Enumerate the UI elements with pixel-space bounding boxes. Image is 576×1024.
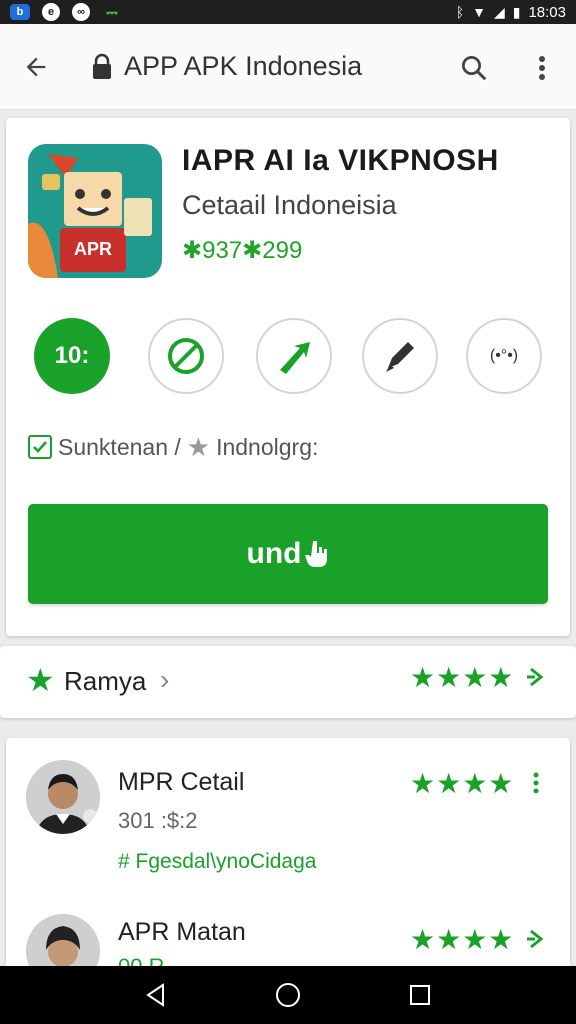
downloads-badge-label: 10:	[54, 342, 90, 369]
reviews-card: MPR Cetail 301 :$:2 # Fgesdal\ynoCidaga …	[6, 738, 570, 978]
app-bar: APP APK Indonesia	[0, 24, 576, 110]
check-icon	[28, 435, 52, 459]
more-vertical-icon[interactable]	[524, 768, 548, 798]
hand-pointer-icon	[305, 541, 328, 567]
downloads-badge-icon[interactable]: 10:	[34, 318, 110, 394]
status-bar: b e ∞ ⎓ ᛒ ▼ ◢ ▮ 18:03	[0, 0, 576, 24]
rating-stars: ★★★★	[410, 662, 515, 693]
review-tag[interactable]: # Fgesdal\ynoCidaga	[118, 850, 316, 874]
meta-row: Sunktenan / ★ Indnolgrg:	[28, 432, 318, 462]
lock-icon	[90, 52, 114, 82]
pen-icon[interactable]	[362, 318, 438, 394]
app-name: IAPR AI Ia VIKPNOSH	[182, 144, 499, 177]
search-icon[interactable]	[452, 46, 496, 90]
rating-star-icon: ★	[26, 662, 55, 698]
arrow-right-icon[interactable]	[524, 662, 548, 692]
arrow-right-icon[interactable]	[524, 924, 548, 954]
bluetooth-icon: ᛒ	[455, 4, 465, 20]
chevron-right-icon: ›	[160, 664, 170, 695]
app-notification-icon: b	[10, 4, 30, 20]
review-meta: 301 :$:2	[118, 808, 198, 833]
page-title: APP APK Indonesia	[124, 51, 363, 81]
system-nav-bar	[0, 966, 576, 1024]
review-stars: ★★★★	[410, 924, 515, 955]
review-author: MPR Cetail	[118, 768, 245, 796]
app-price: ✱937✱299	[182, 237, 303, 264]
circle-app-icon: e	[42, 3, 60, 21]
link-app-icon: ∞	[72, 3, 90, 21]
nav-back-icon[interactable]	[136, 975, 176, 1015]
app-header-card: APR IAPR AI Ia VIKPNOSH Cetaail Indoneis…	[6, 118, 570, 636]
app-icon: APR	[28, 144, 162, 278]
nav-home-icon[interactable]	[268, 975, 308, 1015]
badge-row: 10: (•°•)	[34, 318, 542, 398]
battery-icon: ▮	[512, 3, 521, 20]
meta-left-label: Sunktenan /	[58, 433, 181, 460]
install-button-label: und	[246, 537, 302, 570]
more-vertical-icon[interactable]	[522, 46, 562, 90]
rating-label: Ramya	[64, 666, 147, 696]
rating-card[interactable]: ★ Ramya › ★★★★	[0, 646, 576, 718]
cast-icon: ⎓	[106, 3, 118, 20]
back-arrow-icon[interactable]	[0, 24, 72, 110]
clock: 18:03	[528, 3, 566, 21]
face-icon[interactable]: (•°•)	[466, 318, 542, 394]
app-icon-badge-text: APR	[74, 239, 112, 259]
review-stars: ★★★★	[410, 768, 515, 799]
star-icon: ★	[186, 432, 211, 462]
nav-recents-icon[interactable]	[400, 975, 440, 1015]
no-ads-icon[interactable]	[148, 318, 224, 394]
wifi-icon: ▼	[472, 4, 486, 20]
app-developer[interactable]: Cetaail Indoneisia	[182, 190, 397, 221]
review-author: APR Matan	[118, 918, 246, 946]
meta-right-label: Indnolgrg:	[216, 433, 319, 460]
install-button[interactable]: und	[28, 504, 548, 604]
avatar	[26, 760, 100, 834]
trend-arrow-icon[interactable]	[256, 318, 332, 394]
signal-icon: ◢	[493, 3, 505, 20]
face-icon-label: (•°•)	[489, 347, 519, 364]
